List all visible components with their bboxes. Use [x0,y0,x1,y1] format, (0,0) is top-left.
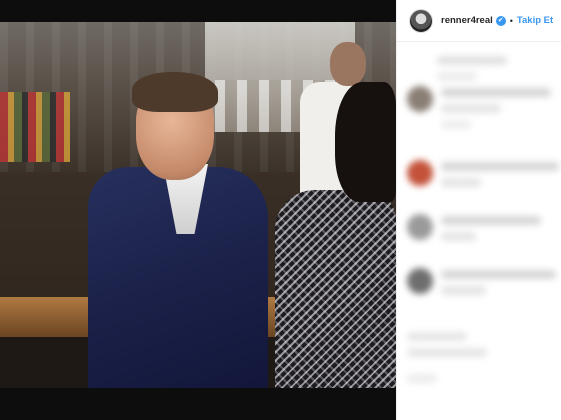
comment-avatar [407,214,433,240]
post-header: renner4real ✔ • Takip Et [397,0,561,42]
bottles [0,92,70,162]
comment-item [407,156,559,196]
comment-item [407,366,557,406]
comment-avatar [407,86,433,112]
woman-sequin-dress [275,82,396,388]
post-sidebar: renner4real ✔ • Takip Et [396,0,561,420]
username-link[interactable]: renner4real [441,15,493,26]
comment-avatar [407,268,433,294]
comment-item [407,328,557,368]
profile-avatar[interactable] [409,8,433,33]
man-in-suit [88,72,278,388]
post-media[interactable] [0,0,396,420]
comments-blurred [397,46,561,420]
post-photo[interactable] [0,22,396,388]
verified-badge-icon: ✔ [495,15,506,26]
separator-dot: • [509,15,513,26]
comment-item [407,210,557,250]
comment-item [407,82,557,129]
comment-item [407,264,557,304]
follow-button[interactable]: Takip Et [517,15,553,26]
comment-avatar [407,160,433,186]
